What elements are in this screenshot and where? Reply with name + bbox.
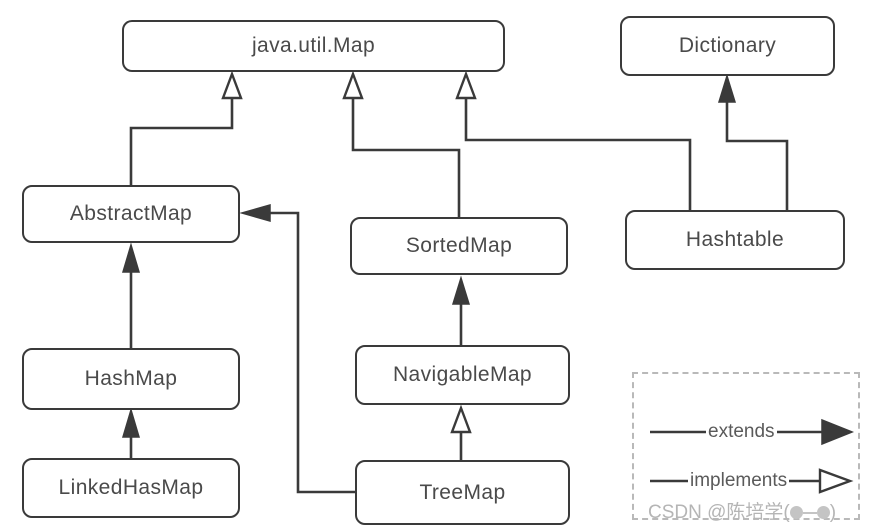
class-box-navigablemap[interactable]: NavigableMap	[355, 345, 570, 405]
class-label: Dictionary	[678, 34, 777, 57]
class-label: TreeMap	[419, 480, 506, 504]
watermark-paren-close: )	[829, 502, 837, 523]
class-label: NavigableMap	[392, 363, 533, 386]
edge-linkedhasmap-extends-hashmap	[121, 407, 141, 458]
edge-abstractmap-implements-map	[129, 70, 243, 185]
edge-hashtable-extends-dictionary	[717, 73, 789, 210]
watermark-dot-right	[816, 506, 830, 519]
edge-sortedmap-implements-map	[342, 70, 461, 217]
edge-hashtable-implements-map	[455, 70, 692, 210]
watermark-text: CSDN @陈培学(	[648, 502, 790, 523]
edge-treemap-extends-abstractmap	[239, 204, 355, 494]
class-label: LinkedHasMap	[58, 476, 204, 499]
class-label: Hashtable	[685, 228, 785, 251]
edge-navigablemap-implements-sortedmap	[451, 275, 471, 345]
class-box-java-util-map[interactable]: java.util.Map	[122, 20, 505, 72]
uml-class-diagram: java.util.Map Dictionary AbstractMap Sor…	[0, 0, 873, 532]
edge-hashmap-extends-abstractmap	[121, 242, 141, 348]
class-box-abstractmap[interactable]: AbstractMap	[22, 185, 240, 243]
legend-extends-label: extends	[706, 421, 777, 443]
legend-implements-label: implements	[688, 470, 790, 492]
class-label: HashMap	[84, 367, 178, 390]
watermark-bar	[802, 512, 817, 514]
class-box-treemap[interactable]: TreeMap	[355, 460, 570, 525]
class-box-dictionary[interactable]: Dictionary	[620, 16, 835, 76]
class-box-linkedhasmap[interactable]: LinkedHasMap	[22, 458, 240, 518]
class-label: SortedMap	[405, 234, 513, 257]
class-box-sortedmap[interactable]: SortedMap	[350, 217, 568, 275]
class-box-hashtable[interactable]: Hashtable	[625, 210, 845, 270]
watermark-dot-left	[789, 506, 803, 519]
csdn-watermark: CSDN @陈培学()	[648, 497, 836, 524]
class-label: java.util.Map	[251, 34, 376, 57]
edge-treemap-implements-navigablemap	[450, 404, 472, 460]
class-label: AbstractMap	[69, 202, 193, 225]
class-box-hashmap[interactable]: HashMap	[22, 348, 240, 410]
